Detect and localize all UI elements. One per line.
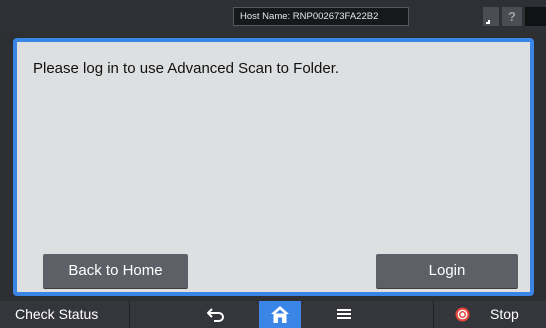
- back-arrow-icon[interactable]: [206, 306, 226, 324]
- stop-icon[interactable]: [455, 307, 470, 322]
- ready-indicator-mark: [486, 20, 490, 24]
- menu-icon[interactable]: [336, 307, 352, 321]
- back-to-home-button[interactable]: Back to Home: [43, 254, 188, 288]
- stop-button-label[interactable]: Stop: [490, 301, 519, 328]
- home-button[interactable]: [259, 301, 301, 328]
- system-status-bar: Host Name: RNP002673FA22B2 ?: [0, 0, 546, 32]
- energy-saver-moon-icon: [531, 9, 538, 23]
- bottom-navigation-bar: Check Status Stop: [0, 301, 546, 328]
- home-icon: [271, 306, 289, 323]
- host-name-display: Host Name: RNP002673FA22B2: [233, 7, 409, 26]
- check-status-button[interactable]: Check Status: [0, 301, 130, 328]
- dialog-message: Please log in to use Advanced Scan to Fo…: [33, 60, 340, 77]
- login-button[interactable]: Login: [376, 254, 518, 288]
- help-icon[interactable]: ?: [502, 7, 522, 26]
- login-required-dialog: Please log in to use Advanced Scan to Fo…: [13, 38, 534, 296]
- operation-panel-screen: Host Name: RNP002673FA22B2 ? Please log …: [0, 0, 546, 328]
- bar-divider: [433, 301, 434, 328]
- energy-saver-button[interactable]: [525, 7, 546, 26]
